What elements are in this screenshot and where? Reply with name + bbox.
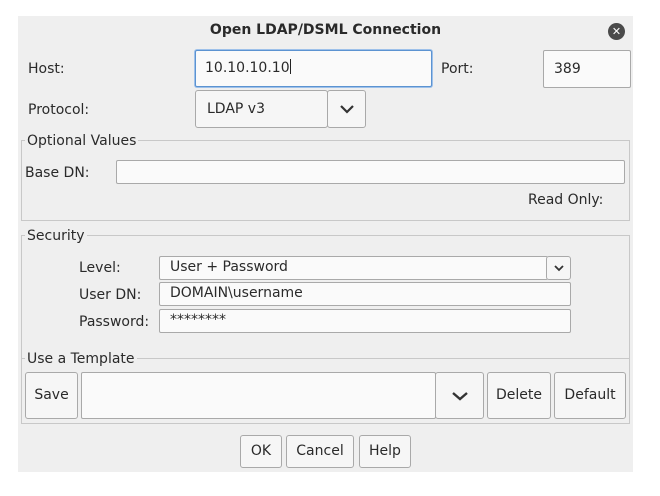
port-input[interactable]: 389	[543, 50, 631, 88]
user-dn-label: User DN:	[79, 287, 142, 303]
host-input[interactable]: 10.10.10.10	[195, 50, 432, 87]
read-only-label: Read Only:	[528, 192, 604, 208]
save-template-button[interactable]: Save	[25, 372, 78, 419]
ok-button[interactable]: OK	[240, 435, 282, 468]
close-icon: ✕	[611, 25, 622, 38]
optional-values-legend: Optional Values	[25, 132, 139, 150]
base-dn-input[interactable]	[116, 160, 625, 184]
default-template-button[interactable]: Default	[554, 372, 626, 419]
password-input[interactable]: ********	[159, 309, 571, 333]
password-label: Password:	[79, 314, 150, 330]
host-label: Host:	[28, 61, 65, 77]
text-cursor	[289, 59, 291, 74]
help-button[interactable]: Help	[359, 435, 411, 468]
user-dn-input[interactable]: DOMAIN\username	[159, 282, 571, 306]
host-value: 10.10.10.10	[205, 60, 290, 76]
protocol-dropdown-button[interactable]	[327, 90, 366, 128]
base-dn-label: Base DN:	[25, 165, 90, 181]
chevron-down-icon	[553, 265, 564, 272]
template-select[interactable]	[81, 372, 436, 419]
cancel-button[interactable]: Cancel	[286, 435, 354, 468]
level-select[interactable]: User + Password	[159, 256, 548, 280]
level-dropdown-button[interactable]	[546, 256, 571, 280]
ldap-connection-dialog: Open LDAP/DSML Connection ✕ Host: 10.10.…	[18, 16, 633, 472]
port-label: Port:	[441, 61, 474, 77]
template-dropdown-button[interactable]	[435, 372, 484, 419]
protocol-select[interactable]: LDAP v3	[195, 90, 328, 128]
dialog-title: Open LDAP/DSML Connection	[209, 22, 442, 38]
chevron-down-icon	[451, 392, 468, 401]
protocol-label: Protocol:	[28, 102, 90, 118]
template-legend: Use a Template	[25, 350, 137, 368]
delete-template-button[interactable]: Delete	[487, 372, 551, 419]
level-label: Level:	[79, 260, 121, 276]
close-button[interactable]: ✕	[608, 23, 625, 40]
chevron-down-icon	[339, 105, 354, 114]
security-legend: Security	[25, 227, 87, 245]
